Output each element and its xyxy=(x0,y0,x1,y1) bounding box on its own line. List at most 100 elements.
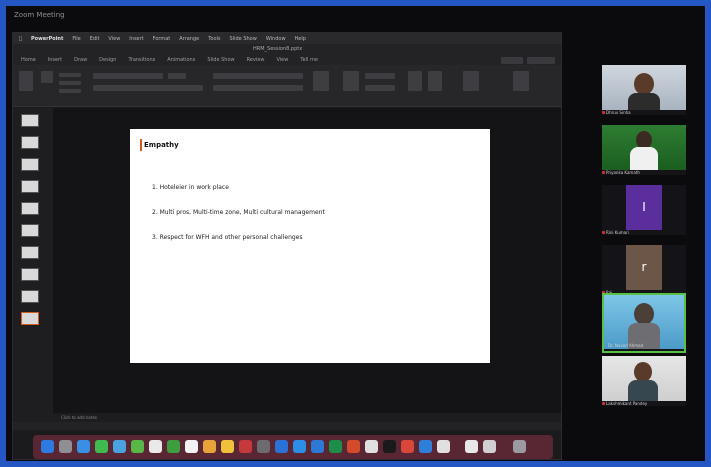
shape-fill-icon[interactable] xyxy=(428,71,442,91)
tab-home[interactable]: Home xyxy=(21,57,36,63)
dictate-icon[interactable] xyxy=(463,71,479,91)
menu-view[interactable]: View xyxy=(108,36,120,42)
tab-slide-show[interactable]: Slide Show xyxy=(207,57,234,63)
new-slide-icon[interactable] xyxy=(41,71,53,83)
system-preferences-icon[interactable] xyxy=(257,440,270,453)
notes-placeholder: Click to add notes xyxy=(61,415,97,420)
word-icon[interactable] xyxy=(311,440,324,453)
menu-slide-show[interactable]: Slide Show xyxy=(230,36,257,42)
photos-icon[interactable] xyxy=(149,440,162,453)
menu-file[interactable]: File xyxy=(72,36,80,42)
calendar-icon[interactable] xyxy=(185,440,198,453)
finder-icon[interactable] xyxy=(41,440,54,453)
apple-icon[interactable]:  xyxy=(19,36,22,42)
slide-thumbnail[interactable] xyxy=(21,136,39,149)
participant-tile[interactable]: r Raj xyxy=(602,245,686,295)
participant-name: Rini Kumari xyxy=(606,230,629,235)
zoom-app-icon[interactable] xyxy=(293,440,306,453)
design-ideas-icon[interactable] xyxy=(513,71,529,91)
participant-tile-active-speaker[interactable]: Dr. Naved Ahmad xyxy=(602,293,686,353)
participant-tile[interactable]: Lakshmikant Pandey xyxy=(602,356,686,406)
powerpoint-icon[interactable] xyxy=(347,440,360,453)
font-style-buttons[interactable] xyxy=(93,85,203,91)
tab-transitions[interactable]: Transitions xyxy=(128,57,155,63)
avatar xyxy=(634,362,652,382)
document-icon[interactable] xyxy=(465,440,478,453)
mic-muted-icon xyxy=(602,171,605,174)
terminal-icon[interactable] xyxy=(383,440,396,453)
slide-thumbnail[interactable] xyxy=(21,114,39,127)
participant-video: r xyxy=(602,245,686,290)
facetime-icon[interactable] xyxy=(167,440,180,453)
downloads-icon[interactable] xyxy=(483,440,496,453)
menu-insert[interactable]: Insert xyxy=(129,36,143,42)
reset-button[interactable] xyxy=(59,81,81,85)
notes-pane[interactable]: Click to add notes xyxy=(53,413,561,422)
document-title: HRM_Session8.pptx xyxy=(253,46,303,52)
tab-design[interactable]: Design xyxy=(99,57,116,63)
menu-window[interactable]: Window xyxy=(266,36,286,42)
slide-thumbnail[interactable] xyxy=(21,246,39,259)
participant-video xyxy=(604,295,684,349)
participant-tile[interactable]: I Rini Kumari xyxy=(602,185,686,235)
zoom-window-title: Zoom Meeting xyxy=(14,11,65,19)
share-button[interactable] xyxy=(501,57,523,64)
trash-icon[interactable] xyxy=(513,440,526,453)
avatar-initial: r xyxy=(626,245,662,290)
convert-smartart-icon[interactable] xyxy=(313,71,329,91)
mac-dock xyxy=(33,435,553,459)
shapes-icon[interactable] xyxy=(343,71,359,91)
acrobat-icon[interactable] xyxy=(401,440,414,453)
quick-styles-button[interactable] xyxy=(365,85,395,91)
slide-thumbnail[interactable] xyxy=(21,158,39,171)
paragraph-align-buttons[interactable] xyxy=(213,85,303,91)
font-family-select[interactable] xyxy=(93,73,163,79)
notes-app-icon[interactable] xyxy=(203,440,216,453)
tab-draw[interactable]: Draw xyxy=(74,57,87,63)
messages-icon[interactable] xyxy=(95,440,108,453)
current-slide[interactable]: Empathy 1. Hoteleier in work place 2. Mu… xyxy=(130,129,490,363)
reminders-icon[interactable] xyxy=(221,440,234,453)
tab-view[interactable]: View xyxy=(276,57,288,63)
tab-insert[interactable]: Insert xyxy=(48,57,62,63)
app-store-icon[interactable] xyxy=(275,440,288,453)
excel-icon[interactable] xyxy=(329,440,342,453)
layout-button[interactable] xyxy=(59,73,81,77)
participant-video xyxy=(602,356,686,401)
participant-tile[interactable]: Priyanka Kamath xyxy=(602,125,686,175)
tab-tell-me[interactable]: Tell me xyxy=(300,57,318,63)
launchpad-icon[interactable] xyxy=(59,440,72,453)
menu-tools[interactable]: Tools xyxy=(208,36,220,42)
participant-tile[interactable]: Dhruv Sinha xyxy=(602,65,686,115)
music-icon[interactable] xyxy=(239,440,252,453)
menu-format[interactable]: Format xyxy=(153,36,171,42)
arrange-button[interactable] xyxy=(365,73,395,79)
paste-icon[interactable] xyxy=(19,71,33,91)
menu-arrange[interactable]: Arrange xyxy=(179,36,199,42)
safari-icon[interactable] xyxy=(77,440,90,453)
avatar xyxy=(634,303,654,325)
menu-help[interactable]: Help xyxy=(295,36,306,42)
avatar-body xyxy=(630,147,658,170)
menu-edit[interactable]: Edit xyxy=(90,36,100,42)
mail-icon[interactable] xyxy=(113,440,126,453)
teams-icon[interactable] xyxy=(419,440,432,453)
menu-app-name[interactable]: PowerPoint xyxy=(31,36,63,42)
picture-icon[interactable] xyxy=(408,71,422,91)
preview-icon[interactable] xyxy=(437,440,450,453)
slide-thumbnail-selected[interactable] xyxy=(21,312,39,325)
comments-button[interactable] xyxy=(527,57,555,64)
slide-thumbnail[interactable] xyxy=(21,268,39,281)
ribbon-tabs: Home Insert Draw Design Transitions Anim… xyxy=(13,55,561,65)
chrome-icon[interactable] xyxy=(365,440,378,453)
section-button[interactable] xyxy=(59,89,81,93)
tab-animations[interactable]: Animations xyxy=(167,57,195,63)
font-size-select[interactable] xyxy=(168,73,186,79)
paragraph-list-buttons[interactable] xyxy=(213,73,303,79)
slide-thumbnail[interactable] xyxy=(21,180,39,193)
slide-thumbnail[interactable] xyxy=(21,224,39,237)
maps-icon[interactable] xyxy=(131,440,144,453)
slide-thumbnail[interactable] xyxy=(21,202,39,215)
slide-thumbnail[interactable] xyxy=(21,290,39,303)
tab-review[interactable]: Review xyxy=(247,57,265,63)
